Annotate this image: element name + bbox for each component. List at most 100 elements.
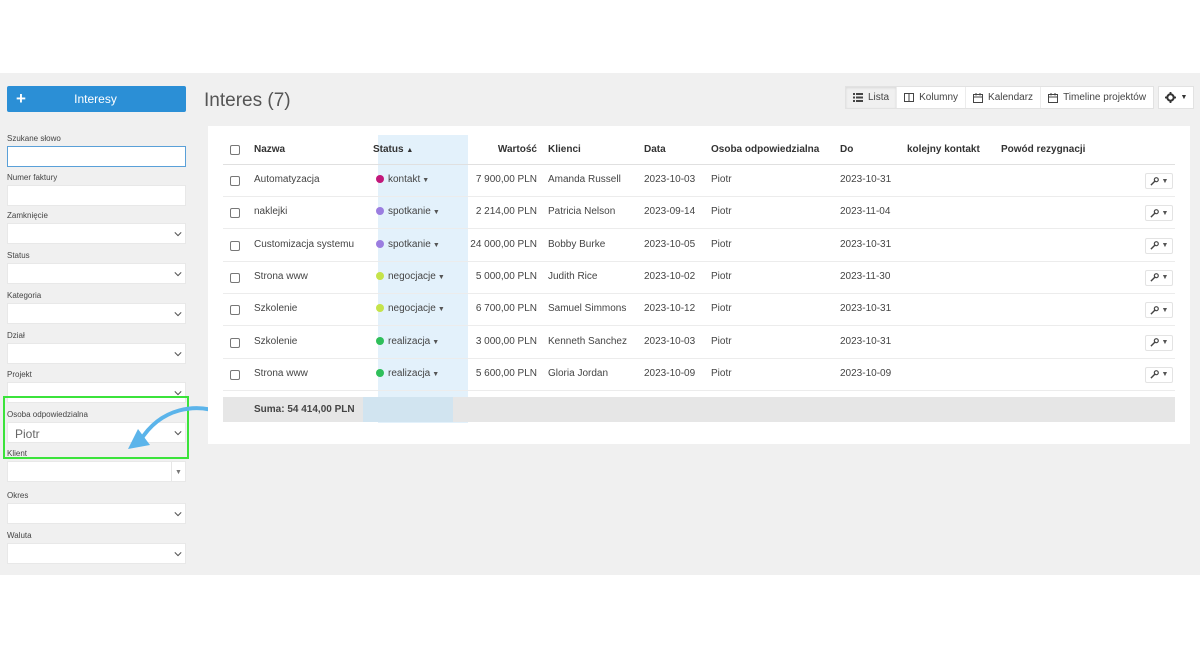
view-timeline-button[interactable]: Timeline projektów — [1041, 87, 1153, 108]
status-dot — [376, 207, 384, 216]
caret-down-icon: ▼ — [1161, 339, 1169, 346]
caret-down-icon: ▼ — [1161, 371, 1169, 379]
sum-label: Suma: 54 414,00 PLN — [254, 404, 355, 415]
status-dropdown[interactable]: negocjacje ▼ — [376, 262, 445, 293]
status-label: kontakt — [388, 174, 421, 185]
filter-status-select[interactable] — [7, 263, 186, 284]
col-due[interactable]: Do — [840, 135, 853, 165]
row-actions-button[interactable]: ▼ — [1145, 173, 1173, 189]
table-row[interactable]: Strona www realizacja ▼ 5 600,00 PLN Gloria … — [223, 359, 1175, 391]
settings-button[interactable]: ▼ — [1158, 86, 1194, 109]
status-dropdown[interactable]: realizacja ▼ — [376, 359, 439, 390]
filter-okres-select[interactable] — [7, 503, 186, 524]
status-dropdown[interactable]: negocjacje ▼ — [376, 294, 445, 325]
row-name[interactable]: Strona www — [254, 262, 308, 292]
filter-okres: Okres — [7, 490, 186, 524]
select-all-checkbox[interactable] — [230, 145, 240, 155]
calendar-icon — [1048, 92, 1059, 103]
filter-zamkniecie-select[interactable] — [7, 223, 186, 244]
table-row[interactable]: Strona www negocjacje ▼ 5 000,00 PLN Judith … — [223, 262, 1175, 294]
status-dropdown[interactable]: realizacja ▼ — [376, 327, 439, 358]
status-label: negocjacje — [388, 270, 436, 282]
gear-icon — [1164, 92, 1176, 103]
row-value: 5 000,00 PLN — [475, 270, 537, 282]
row-actions-button[interactable]: ▼ — [1145, 269, 1173, 286]
col-name[interactable]: Nazwa — [254, 135, 285, 165]
row-checkbox[interactable] — [230, 369, 240, 380]
table-row[interactable]: Szkolenie realizacja ▼ 3 000,00 PLN Kenneth … — [223, 327, 1175, 359]
col-owner[interactable]: Osoba odpowiedzialna — [711, 135, 819, 165]
col-status[interactable]: Status ▲ — [373, 135, 413, 166]
col-client[interactable]: Klienci — [548, 135, 581, 165]
view-columns-button[interactable]: Kolumny — [897, 87, 967, 108]
filter-label: Status — [7, 251, 30, 260]
row-actions-button[interactable]: ▼ — [1145, 302, 1173, 319]
filter-waluta: Waluta — [7, 530, 186, 564]
status-dropdown[interactable]: spotkanie ▼ — [376, 230, 440, 261]
view-columns-label: Kolumny — [919, 92, 959, 103]
row-date: 2023-10-05 — [644, 238, 696, 250]
status-label: spotkanie — [388, 206, 431, 218]
filter-numer-faktury-input[interactable] — [7, 185, 186, 206]
filter-dzial-select[interactable] — [7, 343, 186, 364]
table-row[interactable]: Automatyzacja kontakt ▼ 7 900,00 PLN Amanda … — [223, 165, 1175, 197]
row-name[interactable]: Szkolenie — [254, 327, 297, 357]
row-client[interactable]: Kenneth Sanchez — [548, 327, 627, 357]
status-dropdown[interactable]: kontakt ▼ — [376, 165, 429, 196]
row-name[interactable]: Automatyzacja — [254, 165, 320, 195]
view-calendar-button[interactable]: Kalendarz — [966, 87, 1042, 108]
sum-row: Suma: 54 414,00 PLN — [223, 397, 1175, 422]
row-checkbox[interactable] — [230, 176, 240, 186]
table-header: Nazwa Status ▲ Wartość Klienci Data Osob… — [223, 135, 1175, 165]
col-value[interactable]: Wartość — [437, 135, 537, 165]
chevron-down-icon — [174, 272, 182, 277]
chevron-down-icon — [174, 552, 182, 557]
row-actions-button[interactable]: ▼ — [1145, 366, 1173, 383]
columns-icon — [904, 93, 915, 102]
table-row[interactable]: Szkolenie negocjacje ▼ 6 700,00 PLN Samuel S… — [223, 294, 1175, 327]
filter-label: Numer faktury — [7, 173, 58, 182]
new-interest-button[interactable]: + Interesy — [7, 86, 186, 112]
view-list-button[interactable]: Lista — [846, 87, 898, 108]
row-due: 2023-10-31 — [840, 238, 892, 250]
filter-waluta-select[interactable] — [7, 543, 186, 564]
row-checkbox[interactable] — [230, 305, 240, 316]
row-name[interactable]: naklejki — [254, 197, 287, 227]
row-value: 7 900,00 PLN — [475, 174, 537, 185]
table-row[interactable]: naklejki spotkanie ▼ 2 214,00 PLN Patricia N… — [223, 197, 1175, 230]
row-actions-button[interactable]: ▼ — [1145, 205, 1173, 222]
status-dropdown[interactable]: spotkanie ▼ — [376, 197, 440, 228]
col-next-contact[interactable]: kolejny kontakt — [907, 135, 980, 165]
row-client[interactable]: Patricia Nelson — [548, 197, 615, 227]
row-name[interactable]: Szkolenie — [254, 294, 297, 324]
chevron-down-icon — [174, 312, 182, 317]
row-due: 2023-10-09 — [840, 367, 892, 379]
row-checkbox[interactable] — [230, 240, 240, 251]
row-checkbox[interactable] — [230, 208, 240, 219]
row-due: 2023-11-30 — [840, 270, 891, 282]
status-dot — [376, 304, 384, 313]
dropdown-arrow-icon[interactable]: ▼ — [171, 462, 185, 481]
filter-kategoria-select[interactable] — [7, 303, 186, 324]
row-checkbox[interactable] — [230, 337, 240, 348]
row-client[interactable]: Amanda Russell — [548, 165, 621, 195]
row-client[interactable]: Judith Rice — [548, 262, 597, 292]
row-checkbox[interactable] — [230, 272, 240, 283]
wrench-icon — [1149, 176, 1159, 186]
row-actions-button[interactable]: ▼ — [1145, 237, 1173, 254]
row-date: 2023-10-03 — [644, 335, 696, 347]
row-name[interactable]: Strona www — [254, 359, 308, 389]
row-client[interactable]: Samuel Simmons — [548, 294, 626, 324]
row-client[interactable]: Gloria Jordan — [548, 359, 608, 389]
row-actions-button[interactable]: ▼ — [1145, 334, 1173, 351]
wrench-icon — [1149, 338, 1159, 347]
filter-dzial: Dział — [7, 330, 186, 364]
filter-szukane-slowo-input[interactable] — [7, 146, 186, 167]
col-date[interactable]: Data — [644, 135, 666, 165]
col-reason[interactable]: Powód rezygnacji — [1001, 135, 1085, 165]
row-name[interactable]: Customizacja systemu — [254, 230, 354, 260]
row-client[interactable]: Bobby Burke — [548, 230, 605, 260]
table-row[interactable]: Customizacja systemu spotkanie ▼ 24 000,00 … — [223, 230, 1175, 262]
filter-klient-select[interactable]: ▼ — [7, 461, 186, 482]
filter-label: Dział — [7, 331, 25, 340]
